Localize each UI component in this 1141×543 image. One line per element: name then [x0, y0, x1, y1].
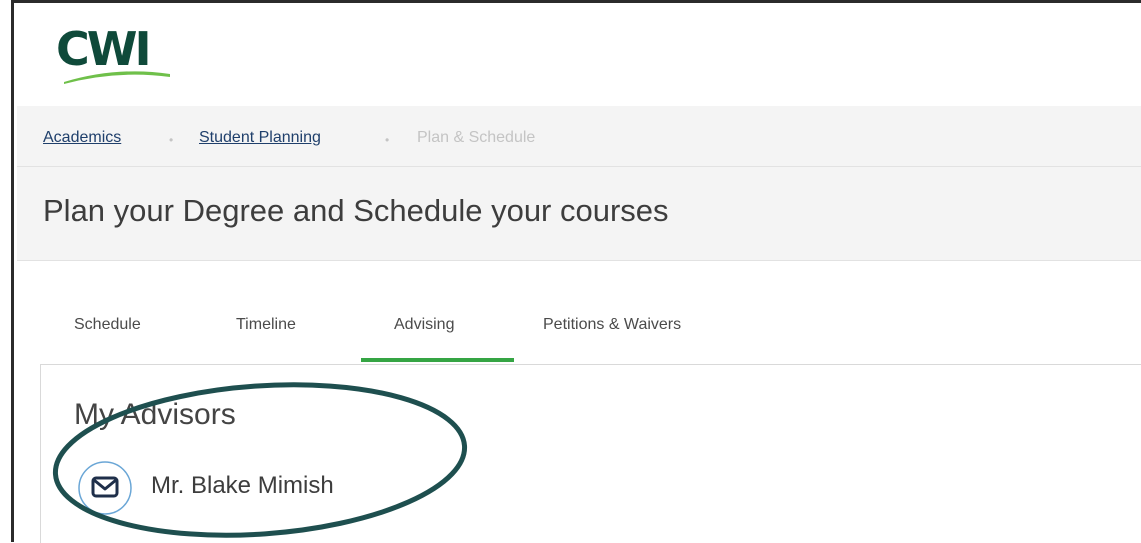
- tab-petitions-waivers[interactable]: Petitions & Waivers: [543, 314, 681, 336]
- envelope-icon[interactable]: [77, 460, 133, 516]
- breadcrumb-academics[interactable]: Academics: [43, 128, 121, 148]
- tab-timeline[interactable]: Timeline: [236, 314, 296, 336]
- breadcrumb-student-planning[interactable]: Student Planning: [199, 128, 321, 148]
- my-advisors-heading: My Advisors: [74, 398, 236, 431]
- breadcrumb-current-page: Plan & Schedule: [417, 129, 536, 146]
- tab-schedule[interactable]: Schedule: [74, 314, 141, 336]
- window-left-border: [0, 0, 14, 542]
- breadcrumb: Academics • Student Planning • Plan & Sc…: [17, 106, 1141, 167]
- breadcrumb-separator: •: [385, 133, 390, 147]
- advising-panel: My Advisors Mr. Blake Mimish: [40, 364, 1141, 543]
- planning-tabs: Schedule Timeline Advising Petitions & W…: [40, 300, 1141, 364]
- window-top-border: [0, 0, 1141, 3]
- active-tab-indicator: [361, 358, 514, 362]
- advisor-name: Mr. Blake Mimish: [151, 472, 334, 499]
- cwi-logo[interactable]: CWI: [56, 26, 152, 72]
- tab-advising[interactable]: Advising: [394, 314, 454, 336]
- breadcrumb-separator: •: [169, 133, 174, 147]
- page-header: Plan your Degree and Schedule your cours…: [17, 167, 1141, 261]
- page-title: Plan your Degree and Schedule your cours…: [43, 193, 669, 228]
- logo-swoosh-icon: [64, 71, 170, 84]
